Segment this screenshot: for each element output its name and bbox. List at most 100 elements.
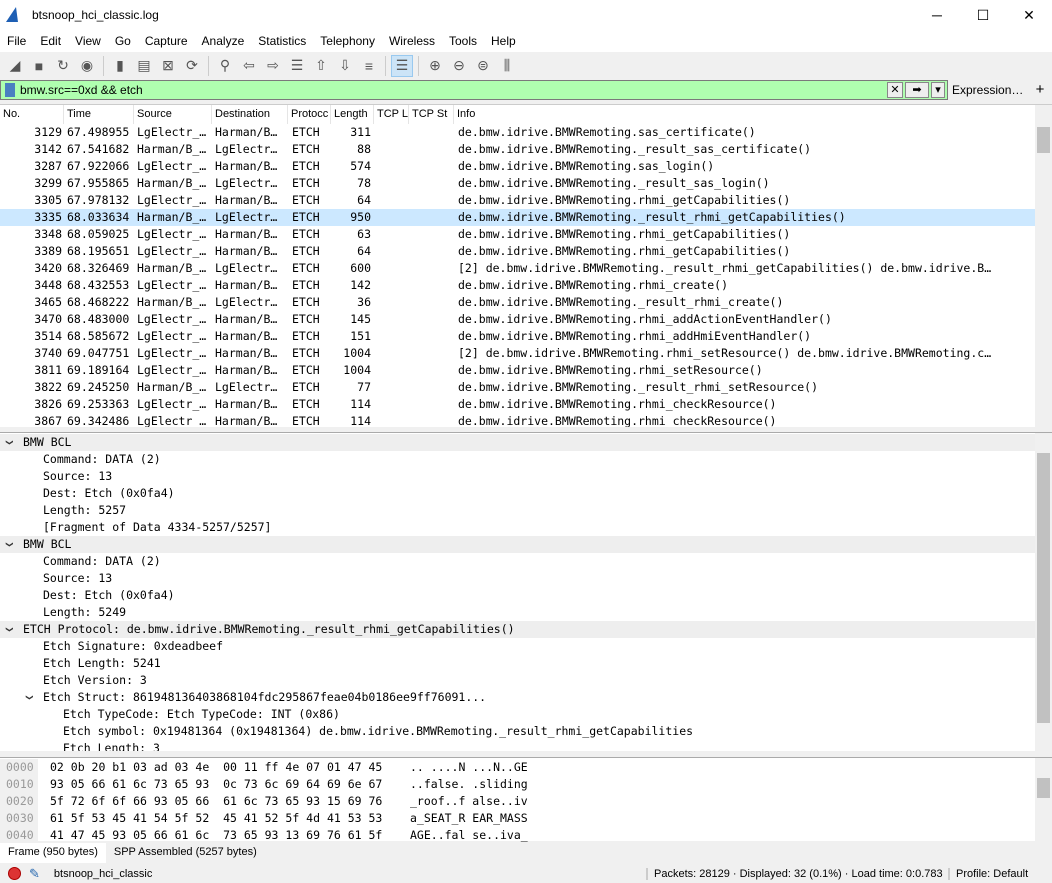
scrollbar-thumb[interactable] (1037, 127, 1050, 153)
expression-button[interactable]: Expression… (948, 80, 1028, 100)
detail-tree-item[interactable]: ❯ ETCH Protocol: de.bmw.idrive.BMWRemotin… (0, 621, 1035, 638)
column-header-tcpl[interactable]: TCP L (374, 105, 409, 124)
packet-row[interactable]: 3287 67.922066 LgElectr_… Harman/B… ETCH 574 d… (0, 158, 1036, 175)
menu-tools[interactable]: Tools (442, 34, 484, 48)
filter-history-dropdown[interactable]: ▾ (931, 82, 945, 98)
packet-row[interactable]: 3142 67.541682 Harman/B_… LgElectr… ETCH 88 de… (0, 141, 1036, 158)
reload-icon[interactable]: ⟳ (181, 55, 203, 77)
menu-file[interactable]: File (0, 34, 33, 48)
tab-spp-assembled[interactable]: SPP Assembled (5257 bytes) (106, 843, 265, 863)
go-back-icon[interactable]: ⇦ (238, 55, 260, 77)
detail-tree-item[interactable]: Etch symbol: 0x19481364 (0x19481364) de.… (0, 723, 1035, 740)
detail-tree-item[interactable]: Length: 5257 (0, 502, 1035, 519)
column-header-info[interactable]: Info (454, 105, 1036, 124)
open-file-icon[interactable]: ▮ (109, 55, 131, 77)
detail-tree-item[interactable]: Etch TypeCode: Etch TypeCode: INT (0x86) (0, 706, 1035, 723)
restart-icon[interactable]: ↻ (52, 55, 74, 77)
go-to-packet-icon[interactable]: ☰ (286, 55, 308, 77)
hex-ascii[interactable]: AGE..fal se..iva_ (410, 827, 528, 844)
packet-row[interactable]: 3867 69.342486 LgElectr_… Harman/B… ETCH 114 d… (0, 413, 1036, 427)
menu-go[interactable]: Go (108, 34, 138, 48)
column-header-destination[interactable]: Destination (212, 105, 288, 124)
hex-bytes[interactable]: 5f 72 6f 6f 66 93 05 66 61 6c 73 65 93 1… (50, 793, 382, 810)
hex-ascii[interactable]: .. ....N ...N..GE (410, 759, 528, 776)
packet-row[interactable]: 3514 68.585672 LgElectr_… Harman/B… ETCH 151 d… (0, 328, 1036, 345)
go-forward-icon[interactable]: ⇨ (262, 55, 284, 77)
detail-tree-item[interactable]: Source: 13 (0, 468, 1035, 485)
menu-wireless[interactable]: Wireless (382, 34, 442, 48)
close-file-icon[interactable]: ⊠ (157, 55, 179, 77)
stop-icon[interactable]: ■ (28, 55, 50, 77)
capture-options-icon[interactable]: ◉ (76, 55, 98, 77)
hex-bytes[interactable]: 61 5f 53 45 41 54 5f 52 45 41 52 5f 4d 4… (50, 810, 382, 827)
last-packet-icon[interactable]: ⇩ (334, 55, 356, 77)
hex-ascii[interactable]: a_SEAT_R EAR_MASS (410, 810, 528, 827)
column-header-source[interactable]: Source (134, 105, 212, 124)
packet-row[interactable]: 3305 67.978132 LgElectr_… Harman/B… ETCH 64 de… (0, 192, 1036, 209)
packet-list-scrollbar[interactable] (1035, 105, 1052, 427)
autoscroll-icon[interactable]: ≡ (358, 55, 380, 77)
detail-tree-item[interactable]: Dest: Etch (0x0fa4) (0, 587, 1035, 604)
detail-tree-item[interactable]: Etch Length: 3 (0, 740, 1035, 751)
detail-tree-item[interactable]: Command: DATA (2) (0, 451, 1035, 468)
save-file-icon[interactable]: ▤ (133, 55, 155, 77)
zoom-out-icon[interactable]: ⊖ (448, 55, 470, 77)
scrollbar-thumb[interactable] (1037, 778, 1050, 798)
clear-filter-button[interactable]: ✕ (887, 82, 903, 98)
hex-bytes[interactable]: 41 47 45 93 05 66 61 6c 73 65 93 13 69 7… (50, 827, 382, 844)
colorize-icon[interactable]: ☰ (391, 54, 413, 77)
packet-row[interactable]: 3740 69.047751 LgElectr_… Harman/B… ETCH 1004… (0, 345, 1036, 362)
zoom-normal-icon[interactable]: ⊜ (472, 55, 494, 77)
maximize-button[interactable]: ☐ (960, 0, 1006, 30)
column-header-tcpst[interactable]: TCP St (409, 105, 454, 124)
display-filter-bar[interactable]: bmw.src==0xd && etch ✕ ➡ ▾ (0, 80, 948, 100)
expand-arrow-icon[interactable]: ❯ (1, 439, 18, 445)
menu-help[interactable]: Help (484, 34, 523, 48)
packet-row[interactable]: 3465 68.468222 Harman/B_… LgElectr… ETCH 36 de… (0, 294, 1036, 311)
expand-arrow-icon[interactable]: ❯ (1, 626, 18, 632)
detail-tree-item[interactable]: Length: 5249 (0, 604, 1035, 621)
resize-columns-icon[interactable]: ⫼ (496, 55, 518, 77)
detail-tree-item[interactable]: Dest: Etch (0x0fa4) (0, 485, 1035, 502)
column-header-no[interactable]: No. (0, 105, 64, 124)
packet-row[interactable]: 3470 68.483000 LgElectr_… Harman/B… ETCH 145 d… (0, 311, 1036, 328)
bookmark-icon[interactable] (5, 83, 15, 97)
details-scrollbar[interactable] (1035, 433, 1052, 751)
minimize-button[interactable]: ─ (914, 0, 960, 30)
expert-info-icon[interactable] (8, 867, 21, 880)
detail-tree-item[interactable]: ❯ Etch Struct: 861948136403868104fdc29586… (0, 689, 1035, 706)
packet-row[interactable]: 3822 69.245250 Harman/B_… LgElectr… ETCH 77 de… (0, 379, 1036, 396)
packet-row[interactable]: 3348 68.059025 LgElectr_… Harman/B… ETCH 63 de… (0, 226, 1036, 243)
display-filter-input[interactable]: bmw.src==0xd && etch (20, 83, 887, 97)
detail-tree-item[interactable]: Source: 13 (0, 570, 1035, 587)
bytes-scrollbar[interactable] (1035, 758, 1052, 842)
detail-tree-item[interactable]: [Fragment of Data 4334-5257/5257] (0, 519, 1035, 536)
packet-row[interactable]: 3129 67.498955 LgElectr_… Harman/B… ETCH 311 d… (0, 124, 1036, 141)
find-icon[interactable]: ⚲ (214, 55, 236, 77)
detail-tree-item[interactable]: ❯ BMW BCL (0, 536, 1035, 553)
expand-arrow-icon[interactable]: ❯ (21, 694, 38, 700)
packet-row[interactable]: 3335 68.033634 Harman/B_… LgElectr… ETCH 950 d… (0, 209, 1036, 226)
hex-ascii[interactable]: _roof..f alse..iv (410, 793, 528, 810)
menu-telephony[interactable]: Telephony (313, 34, 382, 48)
menu-analyze[interactable]: Analyze (195, 34, 252, 48)
packet-row[interactable]: 3826 69.253363 LgElectr_… Harman/B… ETCH 114 d… (0, 396, 1036, 413)
detail-tree-item[interactable]: ❯ BMW BCL (0, 434, 1035, 451)
hex-bytes[interactable]: 93 05 66 61 6c 73 65 93 0c 73 6c 69 64 6… (50, 776, 382, 793)
close-button[interactable]: ✕ (1006, 0, 1052, 30)
hex-ascii[interactable]: ..false. .sliding (410, 776, 528, 793)
packet-row[interactable]: 3448 68.432553 LgElectr_… Harman/B… ETCH 142 d… (0, 277, 1036, 294)
menu-capture[interactable]: Capture (138, 34, 195, 48)
first-packet-icon[interactable]: ⇧ (310, 55, 332, 77)
apply-filter-button[interactable]: ➡ (905, 82, 929, 98)
detail-tree-item[interactable]: Etch Signature: 0xdeadbeef (0, 638, 1035, 655)
capture-comment-icon[interactable]: ✎ (29, 866, 40, 882)
menu-statistics[interactable]: Statistics (251, 34, 313, 48)
column-header-time[interactable]: Time (64, 105, 134, 124)
detail-tree-item[interactable]: Etch Version: 3 (0, 672, 1035, 689)
hex-bytes[interactable]: 02 0b 20 b1 03 ad 03 4e 00 11 ff 4e 07 0… (50, 759, 382, 776)
packet-row[interactable]: 3811 69.189164 LgElectr_… Harman/B… ETCH 1004… (0, 362, 1036, 379)
column-header-length[interactable]: Length (331, 105, 374, 124)
packet-row[interactable]: 3389 68.195651 LgElectr_… Harman/B… ETCH 64 de… (0, 243, 1036, 260)
tab-frame[interactable]: Frame (950 bytes) (0, 843, 106, 863)
